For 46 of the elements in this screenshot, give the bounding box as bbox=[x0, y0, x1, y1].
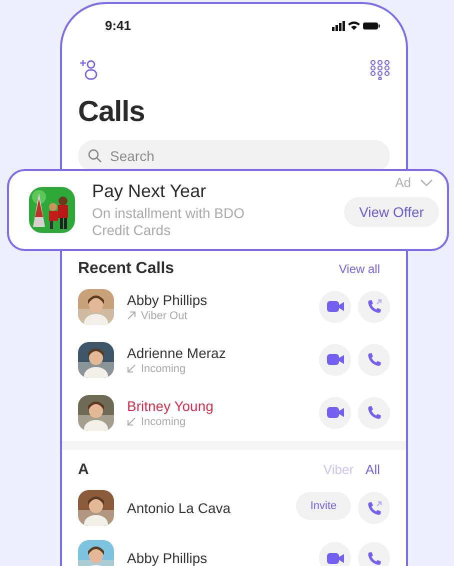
outgoing-arrow-icon bbox=[127, 311, 136, 320]
invite-button[interactable]: Invite bbox=[296, 492, 351, 520]
ad-label: Ad bbox=[395, 175, 411, 190]
contact-name: Abby Phillips bbox=[127, 292, 208, 308]
video-call-button[interactable] bbox=[319, 396, 351, 428]
call-button[interactable] bbox=[358, 344, 390, 376]
video-camera-icon bbox=[326, 354, 344, 365]
call-button[interactable] bbox=[358, 542, 390, 566]
incoming-arrow-icon bbox=[127, 417, 136, 426]
call-detail: Incoming bbox=[141, 416, 186, 428]
contact-name: Antonio La Cava bbox=[127, 500, 232, 516]
call-button[interactable] bbox=[358, 396, 390, 428]
dialpad-icon[interactable] bbox=[370, 60, 390, 80]
call-detail: Incoming bbox=[141, 362, 186, 374]
contact-name: Abby Phillips bbox=[127, 550, 208, 566]
search-field[interactable]: Search bbox=[78, 140, 390, 172]
video-call-button[interactable] bbox=[319, 542, 351, 566]
search-icon bbox=[88, 149, 102, 163]
video-call-button[interactable] bbox=[319, 344, 351, 376]
call-button[interactable] bbox=[358, 290, 390, 322]
contact-name: Britney Young bbox=[127, 398, 214, 414]
phone-icon bbox=[366, 352, 382, 367]
contact-name: Adrienne Meraz bbox=[127, 344, 227, 360]
section-heading: Recent Calls bbox=[78, 260, 174, 278]
phone-out-icon bbox=[366, 299, 382, 314]
filter-tab[interactable]: All bbox=[366, 462, 380, 476]
status-icons bbox=[332, 20, 380, 30]
phone-icon bbox=[366, 405, 382, 420]
video-camera-icon bbox=[326, 301, 344, 312]
call-detail: Viber Out bbox=[141, 310, 188, 322]
add-contact-icon[interactable] bbox=[80, 59, 98, 81]
video-camera-icon bbox=[326, 552, 344, 564]
ad-description: On installment with BDO Credit Cards bbox=[92, 205, 246, 239]
view-all-link[interactable]: View all bbox=[338, 262, 380, 276]
section-letter: A bbox=[78, 460, 89, 478]
phone-out-icon bbox=[366, 500, 382, 516]
page-title: Calls bbox=[78, 95, 146, 130]
ad-card[interactable]: Pay Next Year On installment with BDO Credit Cards Ad View Offer bbox=[7, 169, 449, 251]
view-offer-button[interactable]: View Offer bbox=[344, 197, 439, 227]
video-camera-icon bbox=[326, 407, 344, 418]
status-time: 9:41 bbox=[105, 18, 132, 32]
video-call-button[interactable] bbox=[319, 290, 351, 322]
ad-title: Pay Next Year bbox=[92, 181, 208, 202]
call-button[interactable] bbox=[358, 492, 390, 524]
phone-icon bbox=[366, 550, 382, 566]
incoming-arrow-icon bbox=[127, 364, 136, 373]
